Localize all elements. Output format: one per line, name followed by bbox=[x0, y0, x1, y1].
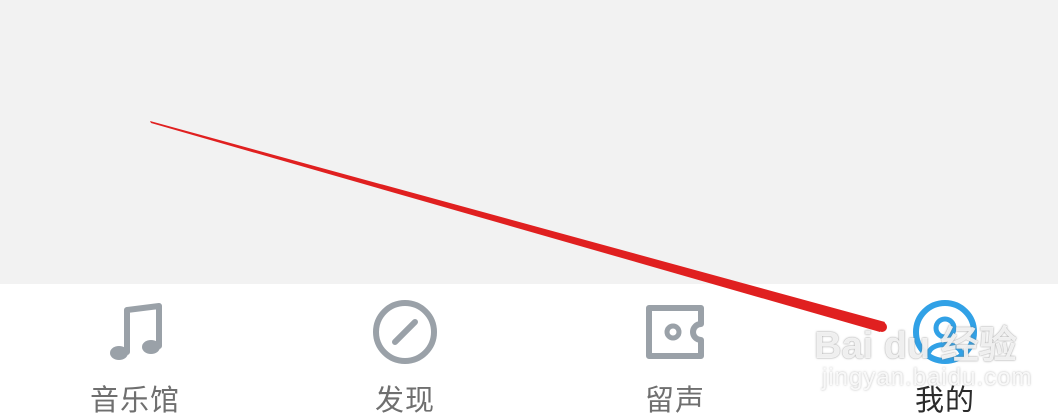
music-note-icon bbox=[99, 296, 171, 368]
tab-discover[interactable]: 发现 bbox=[325, 284, 485, 417]
tab-music-hall[interactable]: 音乐馆 bbox=[55, 284, 215, 417]
tab-liusheng-label: 留声 bbox=[644, 383, 705, 417]
profile-icon bbox=[909, 296, 981, 368]
content-area bbox=[0, 0, 1058, 284]
tab-discover-label: 发现 bbox=[374, 383, 435, 417]
ticket-icon bbox=[639, 296, 711, 368]
tab-music-hall-label: 音乐馆 bbox=[89, 383, 180, 417]
tab-liusheng[interactable]: 留声 bbox=[595, 284, 755, 417]
tab-mine-label: 我的 bbox=[914, 383, 975, 417]
bottom-tab-bar: 音乐馆 发现 留声 我的 bbox=[0, 284, 1058, 417]
compass-icon bbox=[369, 296, 441, 368]
tab-mine[interactable]: 我的 bbox=[865, 284, 1025, 417]
